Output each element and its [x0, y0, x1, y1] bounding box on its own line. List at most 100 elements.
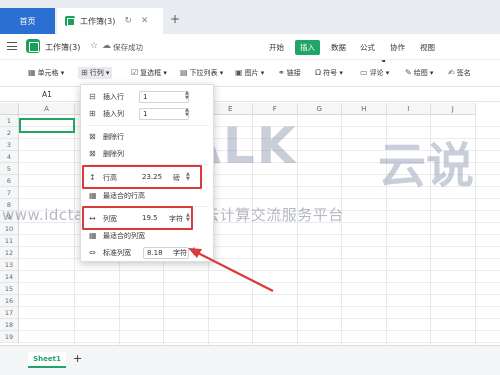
name-box[interactable]: A1: [42, 90, 52, 99]
row-header-4[interactable]: 4: [0, 151, 19, 163]
column-header-h[interactable]: H: [342, 103, 387, 115]
column-header-g[interactable]: G: [297, 103, 342, 115]
fit-row-height-label: 最适合的行高: [103, 191, 145, 200]
menu-formula[interactable]: 公式: [360, 42, 375, 53]
toolbar-sign[interactable]: ✍ 签名: [448, 68, 471, 78]
row-header-14[interactable]: 14: [0, 271, 19, 283]
grid-row-line: [19, 282, 500, 283]
std-col-width-label: 标准列宽: [103, 248, 131, 257]
insert-col-stepper[interactable]: ▲ ▼: [185, 108, 189, 118]
insert-row-stepper[interactable]: ▲ ▼: [185, 91, 189, 101]
selected-cell[interactable]: [19, 118, 75, 133]
cell-icon: ▦: [28, 68, 36, 77]
menu-data[interactable]: 数据: [331, 42, 346, 53]
insert-col-item[interactable]: ⊞ 插入列 1 ▲ ▼: [81, 106, 215, 121]
toolbar-link-label: 链接: [286, 69, 301, 77]
column-header-j[interactable]: J: [431, 103, 476, 115]
select-all-corner[interactable]: [0, 103, 19, 115]
tab-home[interactable]: 首页: [0, 8, 55, 34]
row-header-2[interactable]: 2: [0, 127, 19, 139]
grid-row-line: [19, 270, 500, 271]
add-sheet-button[interactable]: +: [73, 352, 82, 365]
spreadsheet-grid[interactable]: ABCDEFGHIJ 12345678910111213141516171819: [0, 103, 500, 345]
grid-row-line: [19, 342, 500, 343]
column-header-e[interactable]: E: [208, 103, 253, 115]
std-col-width-unit: 字符: [173, 248, 187, 257]
list-icon: ▤: [180, 68, 188, 77]
row-header-8[interactable]: 8: [0, 199, 19, 211]
menu-icon[interactable]: [7, 42, 17, 50]
row-header-3[interactable]: 3: [0, 139, 19, 151]
draw-icon: ✎: [405, 68, 412, 77]
delete-col-label: 删除列: [103, 149, 124, 158]
std-col-width-item[interactable]: ⇔ 标准列宽 8.18 字符 ▲ ▼: [81, 245, 215, 260]
menu-start[interactable]: 开始: [269, 42, 284, 53]
row-header-16[interactable]: 16: [0, 295, 19, 307]
toolbar-cell-label: 单元格: [37, 69, 59, 77]
toolbar-checkbox-label: 复选框: [140, 69, 162, 77]
row-header-17[interactable]: 17: [0, 307, 19, 319]
grid-row-line: [19, 318, 500, 319]
col-width-highlight: [82, 206, 193, 230]
row-header-9[interactable]: 9: [0, 211, 19, 223]
toolbar-draw[interactable]: ✎ 绘图 ▾: [405, 68, 433, 78]
fit-row-height-item[interactable]: ▦ 最适合的行高: [81, 188, 215, 203]
toolbar-link[interactable]: ⚭ 链接: [278, 68, 301, 78]
grid-row-line: [19, 306, 500, 307]
row-header-15[interactable]: 15: [0, 283, 19, 295]
menu-collab[interactable]: 协作: [390, 42, 405, 53]
delete-col-item[interactable]: ⊠ 删除列: [81, 146, 215, 161]
image-icon: ▣: [235, 68, 243, 77]
refresh-icon[interactable]: ↻: [124, 16, 132, 26]
fit-row-height-icon: ▦: [89, 191, 97, 200]
toolbar-comment-label: 评论: [369, 69, 384, 77]
toolbar-symbol-label: 符号: [323, 69, 338, 77]
toolbar-dropdown-list[interactable]: ▤ 下拉列表 ▾: [180, 68, 223, 78]
grid-row-line: [19, 330, 500, 331]
document-name[interactable]: 工作簿(3): [45, 42, 80, 53]
row-header-6[interactable]: 6: [0, 175, 19, 187]
toolbar-symbol[interactable]: Ω 符号 ▾: [315, 68, 343, 78]
row-height-highlight: [82, 165, 202, 189]
row-header-13[interactable]: 13: [0, 259, 19, 271]
insert-row-input[interactable]: 1: [139, 90, 189, 103]
tab-document[interactable]: 工作簿(3) ↻ ✕: [57, 8, 163, 34]
new-tab-button[interactable]: +: [170, 12, 180, 26]
toolbar-image[interactable]: ▣ 图片 ▾: [235, 68, 264, 78]
row-header-7[interactable]: 7: [0, 187, 19, 199]
insert-row-icon: ⊟: [89, 92, 96, 101]
delete-row-item[interactable]: ⊠ 删除行: [81, 129, 215, 144]
column-header-f[interactable]: F: [253, 103, 298, 115]
toolbar-rowcol[interactable]: ⊞ 行列 ▾: [78, 67, 113, 79]
toolbar-comment[interactable]: ▭ 评论 ▾: [360, 68, 389, 78]
star-icon[interactable]: ☆: [90, 41, 98, 51]
menu-insert[interactable]: 插入: [295, 40, 320, 55]
sheet-bar: Sheet1 +: [0, 345, 500, 375]
column-header-i[interactable]: I: [386, 103, 431, 115]
row-header-10[interactable]: 10: [0, 223, 19, 235]
std-col-width-stepper[interactable]: ▲ ▼: [192, 247, 196, 257]
row-header-12[interactable]: 12: [0, 247, 19, 259]
toolbar-draw-label: 绘图: [413, 69, 428, 77]
omega-icon: Ω: [315, 68, 322, 77]
insert-col-input[interactable]: 1: [139, 107, 189, 120]
row-header-19[interactable]: 19: [0, 331, 19, 343]
column-header-a[interactable]: A: [19, 103, 75, 115]
fit-col-width-item[interactable]: ▦ 最适合的列宽: [81, 228, 215, 243]
comment-icon: ▭: [360, 68, 368, 77]
toolbar-cell[interactable]: ▦ 单元格 ▾: [28, 68, 64, 78]
row-header-5[interactable]: 5: [0, 163, 19, 175]
menu-view[interactable]: 视图: [420, 42, 435, 53]
row-header-18[interactable]: 18: [0, 319, 19, 331]
grid-row-line: [19, 294, 500, 295]
toolbar-checkbox[interactable]: ☑ 复选框 ▾: [131, 68, 167, 78]
insert-row-item[interactable]: ⊟ 插入行 1 ▲ ▼: [81, 89, 215, 104]
row-header-1[interactable]: 1: [0, 115, 19, 127]
link-icon: ⚭: [278, 68, 285, 77]
app-logo-icon: [26, 39, 40, 53]
fit-col-width-icon: ▦: [89, 231, 97, 240]
row-header-11[interactable]: 11: [0, 235, 19, 247]
close-icon[interactable]: ✕: [141, 16, 149, 26]
std-col-width-icon: ⇔: [89, 248, 96, 257]
sheet-tab[interactable]: Sheet1: [28, 352, 66, 368]
